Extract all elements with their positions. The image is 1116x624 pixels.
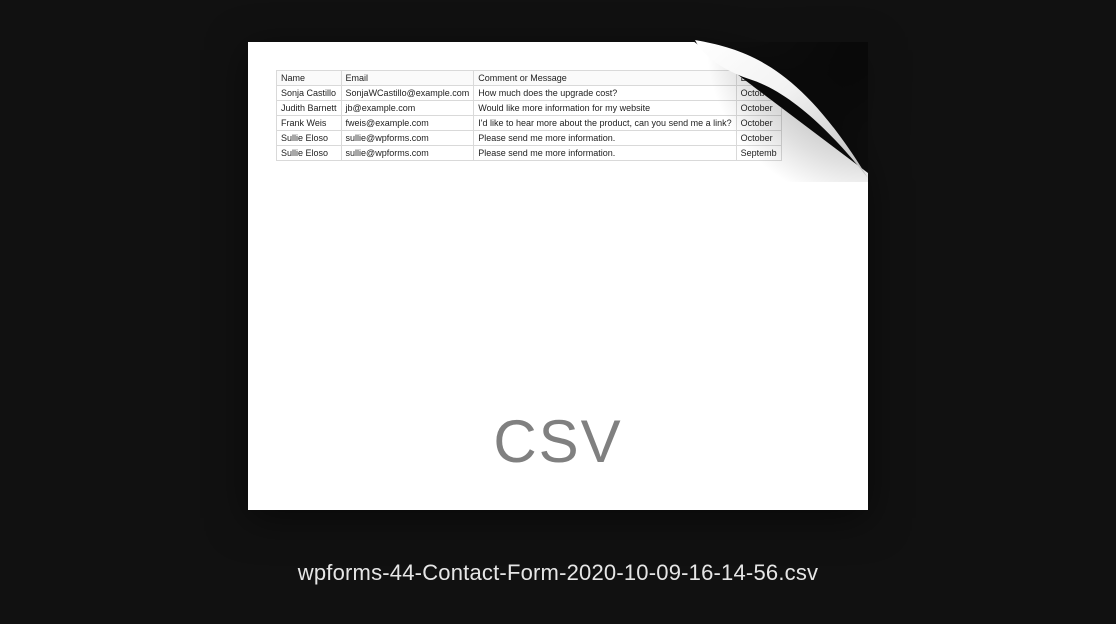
cell-name: Sullie Eloso	[277, 146, 342, 161]
document-preview: Name Email Comment or Message Entry Sonj…	[248, 42, 868, 510]
col-name: Name	[277, 71, 342, 86]
cell-entry: October	[736, 86, 781, 101]
cell-name: Sonja Castillo	[277, 86, 342, 101]
cell-entry: Septemb	[736, 146, 781, 161]
cell-comment: Please send me more information.	[474, 146, 736, 161]
cell-comment: How much does the upgrade cost?	[474, 86, 736, 101]
cell-email: sullie@wpforms.com	[341, 131, 474, 146]
csv-table: Name Email Comment or Message Entry Sonj…	[276, 70, 782, 161]
col-comment: Comment or Message	[474, 71, 736, 86]
col-email: Email	[341, 71, 474, 86]
table-row: Sullie Eloso sullie@wpforms.com Please s…	[277, 131, 782, 146]
table-row: Judith Barnett jb@example.com Would like…	[277, 101, 782, 116]
col-entry: Entry	[736, 71, 781, 86]
cell-comment: I'd like to hear more about the product,…	[474, 116, 736, 131]
table-row: Sonja Castillo SonjaWCastillo@example.co…	[277, 86, 782, 101]
cell-email: sullie@wpforms.com	[341, 146, 474, 161]
cell-name: Sullie Eloso	[277, 131, 342, 146]
document-page: Name Email Comment or Message Entry Sonj…	[248, 42, 868, 510]
cell-email: SonjaWCastillo@example.com	[341, 86, 474, 101]
cell-name: Judith Barnett	[277, 101, 342, 116]
cell-entry: October	[736, 101, 781, 116]
cell-comment: Would like more information for my websi…	[474, 101, 736, 116]
cell-comment: Please send me more information.	[474, 131, 736, 146]
table-row: Sullie Eloso sullie@wpforms.com Please s…	[277, 146, 782, 161]
cell-entry: October	[736, 131, 781, 146]
cell-email: fweis@example.com	[341, 116, 474, 131]
filename-label: wpforms-44-Contact-Form-2020-10-09-16-14…	[298, 560, 818, 586]
cell-name: Frank Weis	[277, 116, 342, 131]
table-header-row: Name Email Comment or Message Entry	[277, 71, 782, 86]
table-row: Frank Weis fweis@example.com I'd like to…	[277, 116, 782, 131]
file-type-label: CSV	[493, 407, 622, 476]
cell-email: jb@example.com	[341, 101, 474, 116]
cell-entry: October	[736, 116, 781, 131]
